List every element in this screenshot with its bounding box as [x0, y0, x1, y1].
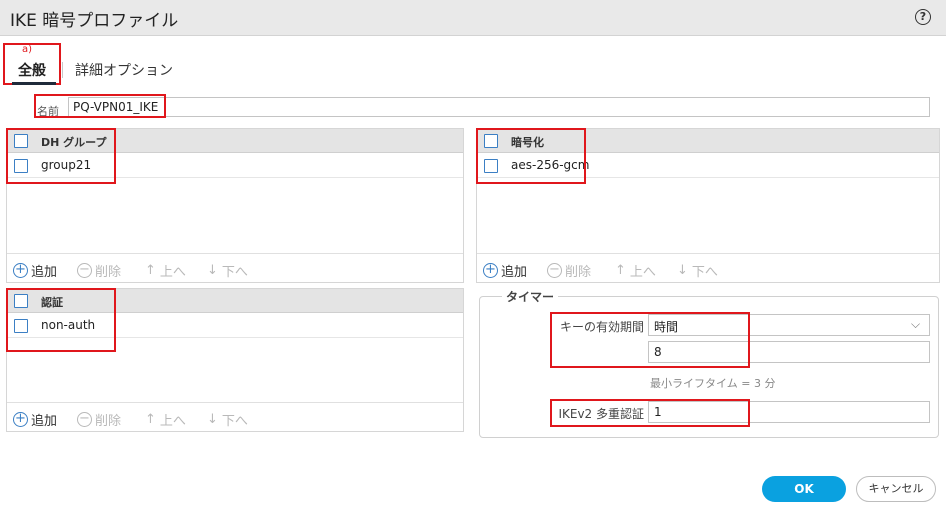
tab-advanced-options[interactable]: 詳細オプション	[75, 60, 173, 80]
delete-button[interactable]: − 削除	[77, 410, 121, 429]
move-down-label: 下へ	[691, 265, 718, 280]
move-up-button[interactable]: ↑ 上へ	[615, 261, 656, 280]
name-input[interactable]: PQ-VPN01_IKE	[68, 97, 930, 117]
plus-circle-icon: +	[13, 412, 28, 427]
delete-button[interactable]: − 削除	[547, 261, 591, 280]
move-down-button[interactable]: ↓ 下へ	[207, 261, 248, 280]
annotation-box-authentication	[6, 288, 116, 352]
arrow-up-icon: ↑	[145, 412, 156, 427]
chevron-down-icon: ⌵	[911, 317, 921, 331]
delete-label: 削除	[95, 414, 122, 429]
move-up-label: 上へ	[159, 414, 186, 429]
delete-label: 削除	[95, 265, 122, 280]
arrow-down-icon: ↓	[207, 263, 218, 278]
minus-circle-icon: −	[77, 263, 92, 278]
min-lifetime-hint: 最小ライフタイム = 3 分	[650, 377, 776, 390]
active-tab-indicator	[12, 82, 56, 85]
plus-circle-icon: +	[483, 263, 498, 278]
move-up-button[interactable]: ↑ 上へ	[145, 261, 186, 280]
add-label: 追加	[501, 265, 528, 280]
delete-label: 削除	[565, 265, 592, 280]
add-button[interactable]: + 追加	[13, 410, 57, 429]
annotation-box-encryption	[476, 128, 586, 184]
arrow-up-icon: ↑	[145, 263, 156, 278]
move-up-label: 上へ	[629, 265, 656, 280]
add-button[interactable]: + 追加	[483, 261, 527, 280]
move-up-label: 上へ	[159, 265, 186, 280]
help-icon[interactable]: ?	[915, 9, 931, 25]
move-down-button[interactable]: ↓ 下へ	[207, 410, 248, 429]
minus-circle-icon: −	[547, 263, 562, 278]
dh-group-toolbar: + 追加 − 削除 ↑ 上へ ↓ 下へ	[7, 253, 463, 283]
tab-divider	[62, 62, 63, 78]
authentication-toolbar: + 追加 − 削除 ↑ 上へ ↓ 下へ	[7, 402, 463, 432]
move-up-button[interactable]: ↑ 上へ	[145, 410, 186, 429]
arrow-up-icon: ↑	[615, 263, 626, 278]
move-down-label: 下へ	[221, 265, 248, 280]
delete-button[interactable]: − 削除	[77, 261, 121, 280]
cancel-button[interactable]: キャンセル	[856, 476, 936, 502]
add-label: 追加	[31, 265, 58, 280]
move-down-button[interactable]: ↓ 下へ	[677, 261, 718, 280]
minus-circle-icon: −	[77, 412, 92, 427]
add-button[interactable]: + 追加	[13, 261, 57, 280]
annotation-box-dh-group	[6, 128, 116, 184]
arrow-down-icon: ↓	[677, 263, 688, 278]
dialog-title: IKE 暗号プロファイル	[10, 11, 179, 31]
move-down-label: 下へ	[221, 414, 248, 429]
plus-circle-icon: +	[13, 263, 28, 278]
annotation-box-name	[34, 94, 166, 118]
annotation-box-ikev2	[550, 399, 750, 427]
arrow-down-icon: ↓	[207, 412, 218, 427]
tab-general[interactable]: 全般	[18, 60, 46, 80]
timer-legend: タイマー	[502, 288, 559, 305]
add-label: 追加	[31, 414, 58, 429]
encryption-toolbar: + 追加 − 削除 ↑ 上へ ↓ 下へ	[477, 253, 939, 283]
ok-button[interactable]: OK	[762, 476, 846, 502]
annotation-box-key-lifetime	[550, 312, 750, 368]
